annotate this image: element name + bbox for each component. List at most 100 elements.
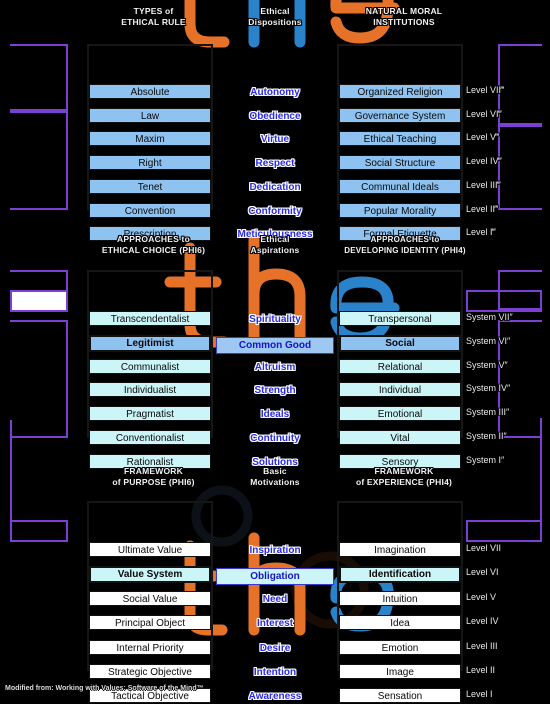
table-cell-right[interactable]: Emotional: [339, 406, 461, 422]
table-cell-right[interactable]: Relational: [339, 358, 461, 374]
center-label[interactable]: Obedience: [216, 110, 334, 124]
band-header: FRAMEWORK of PURPOSE (PHI6) Basic Motiva…: [0, 460, 550, 498]
header-framework-of-purpose: FRAMEWORK of PURPOSE (PHI6): [112, 466, 195, 487]
band-ethical-rule: TYPES of ETHICAL RULE Ethical Dispositio…: [0, 0, 550, 242]
table-cell-left[interactable]: Convention: [89, 202, 211, 218]
row-label-right: Level VII: [466, 543, 502, 553]
table-cell-left[interactable]: Right: [89, 155, 211, 171]
table-cell-left[interactable]: Internal Priority: [89, 639, 211, 655]
table-cell-left[interactable]: Social Value: [89, 590, 211, 606]
row-label-right: System III″: [466, 407, 510, 418]
header-framework-of-experience: FRAMEWORK of EXPERIENCE (PHI4): [355, 466, 453, 487]
center-label[interactable]: Autonomy: [216, 86, 334, 100]
table-cell-left[interactable]: Ultimate Value: [89, 542, 211, 557]
row-label-right: System VII″: [466, 312, 513, 322]
table-cell-right[interactable]: Ethical Teaching: [339, 131, 461, 147]
table-cell-left[interactable]: Individualist: [89, 382, 211, 398]
center-label[interactable]: Strength: [216, 384, 334, 398]
row-label-right: Level VI: [466, 567, 499, 578]
table-cell-left[interactable]: Principal Object: [89, 615, 211, 631]
header-approaches-developing-identity: APPROACHES to DEVELOPING IDENTITY (PHI4): [344, 235, 466, 255]
footer-note: Modified from: Working with Values: Soft…: [5, 685, 204, 692]
table-cell-right[interactable]: Communal Ideals: [339, 178, 461, 194]
table-cell-right[interactable]: Sensation: [339, 688, 461, 704]
highlight-selector-right[interactable]: [466, 520, 542, 542]
row-label-right: Level I: [466, 689, 493, 700]
table-cell-right[interactable]: Popular Morality: [339, 202, 461, 218]
center-label[interactable]: Continuity: [216, 432, 334, 446]
row-label-right: System IV″: [466, 383, 511, 394]
table-cell-left[interactable]: Transcendentalist: [89, 311, 211, 326]
table-cell-left[interactable]: Absolute: [89, 84, 211, 99]
row-label-right: Level V‴: [466, 132, 500, 143]
center-label[interactable]: Inspiration: [216, 544, 334, 558]
table-cell-left[interactable]: Maxim: [89, 131, 211, 147]
table-cell-right-selected[interactable]: Social: [339, 334, 461, 352]
highlight-selector-left[interactable]: [10, 290, 68, 312]
table-cell-left[interactable]: Tenet: [89, 178, 211, 194]
center-label[interactable]: Spirituality: [216, 313, 334, 327]
table-cell-right[interactable]: Governance System: [339, 107, 461, 123]
table-cell-right[interactable]: Emotion: [339, 639, 461, 655]
table-cell-left-selected[interactable]: Legitimist: [89, 334, 211, 352]
row-label-right: System VI″: [466, 335, 511, 346]
row-label-right: Level IV‴: [466, 156, 502, 167]
highlight-selector-right[interactable]: [466, 290, 542, 312]
header-ethical-dispositions: Ethical Dispositions: [248, 6, 302, 27]
table-cell-left[interactable]: Law: [89, 107, 211, 123]
highlight-selector-left[interactable]: [10, 520, 68, 542]
center-label[interactable]: Conformity: [216, 205, 334, 219]
table-cell-right[interactable]: Intuition: [339, 590, 461, 606]
table-cell-right[interactable]: Organized Religion: [339, 84, 461, 99]
table-cell-right[interactable]: Imagination: [339, 542, 461, 557]
center-label[interactable]: Interest: [216, 617, 334, 631]
center-label[interactable]: Need: [216, 593, 334, 607]
diagram-canvas: TYPES of ETHICAL RULE Ethical Dispositio…: [0, 0, 550, 704]
center-label[interactable]: Altruism: [216, 361, 334, 375]
table-cell-left[interactable]: Communalist: [89, 358, 211, 374]
row-label-right: Level VII‴: [466, 85, 505, 95]
header-types-of-ethical-rule: TYPES of ETHICAL RULE: [121, 6, 186, 27]
table-cell-right-selected[interactable]: Identification: [339, 566, 461, 584]
row-label-right: System V″: [466, 359, 508, 370]
band-framework: FRAMEWORK of PURPOSE (PHI6) Basic Motiva…: [0, 418, 550, 704]
table-cell-right[interactable]: Idea: [339, 615, 461, 631]
table-cell-right[interactable]: Social Structure: [339, 155, 461, 171]
row-label-right: Level III: [466, 640, 498, 651]
table-cell-left[interactable]: Strategic Objective: [89, 664, 211, 679]
bracket-left-lower: [10, 111, 68, 210]
bracket-left-stem: [10, 420, 12, 530]
table-cell-right[interactable]: Image: [339, 664, 461, 679]
table-cell-left[interactable]: Pragmatist: [89, 406, 211, 422]
center-label[interactable]: Dedication: [216, 181, 334, 195]
center-label-selected[interactable]: Common Good: [216, 336, 334, 354]
row-label-right: System II″: [466, 431, 507, 441]
center-label[interactable]: Ideals: [216, 408, 334, 422]
center-label[interactable]: Respect: [216, 157, 334, 171]
table-cell-left[interactable]: Conventionalist: [89, 430, 211, 445]
bracket-right-stem: [540, 418, 542, 523]
band-header: TYPES of ETHICAL RULE Ethical Dispositio…: [0, 0, 550, 38]
header-basic-motivations: Basic Motivations: [250, 466, 300, 487]
center-label-selected[interactable]: Obligation: [216, 568, 334, 586]
table-cell-right[interactable]: Vital: [339, 430, 461, 445]
bracket-right-lower: [498, 125, 542, 210]
table-cell-right[interactable]: Individual: [339, 382, 461, 398]
center-label[interactable]: Desire: [216, 642, 334, 656]
row-label-right: Level II: [466, 665, 496, 675]
header-ethical-aspirations: Ethical Aspirations: [250, 234, 300, 255]
bracket-left-upper: [10, 44, 68, 111]
band-approaches: APPROACHES to ETHICAL CHOICE (PHI6) Ethi…: [0, 228, 550, 469]
center-label[interactable]: Intention: [216, 666, 334, 680]
watermark-logo-faint: [180, 470, 380, 660]
bracket-left-lower: [10, 320, 68, 438]
row-label-right: Level III‴: [466, 179, 501, 190]
row-label-right: Level II‴: [466, 203, 499, 214]
center-label[interactable]: Virtue: [216, 133, 334, 147]
band-header: APPROACHES to ETHICAL CHOICE (PHI6) Ethi…: [0, 228, 550, 266]
row-label-right: Level VI‴: [466, 108, 502, 119]
table-cell-right[interactable]: Transpersonal: [339, 311, 461, 326]
table-cell-left-selected[interactable]: Value System: [89, 566, 211, 584]
row-label-right: Level IV: [466, 616, 499, 627]
header-natural-moral-institutions: NATURAL MORAL INSTITUTIONS: [365, 6, 443, 27]
